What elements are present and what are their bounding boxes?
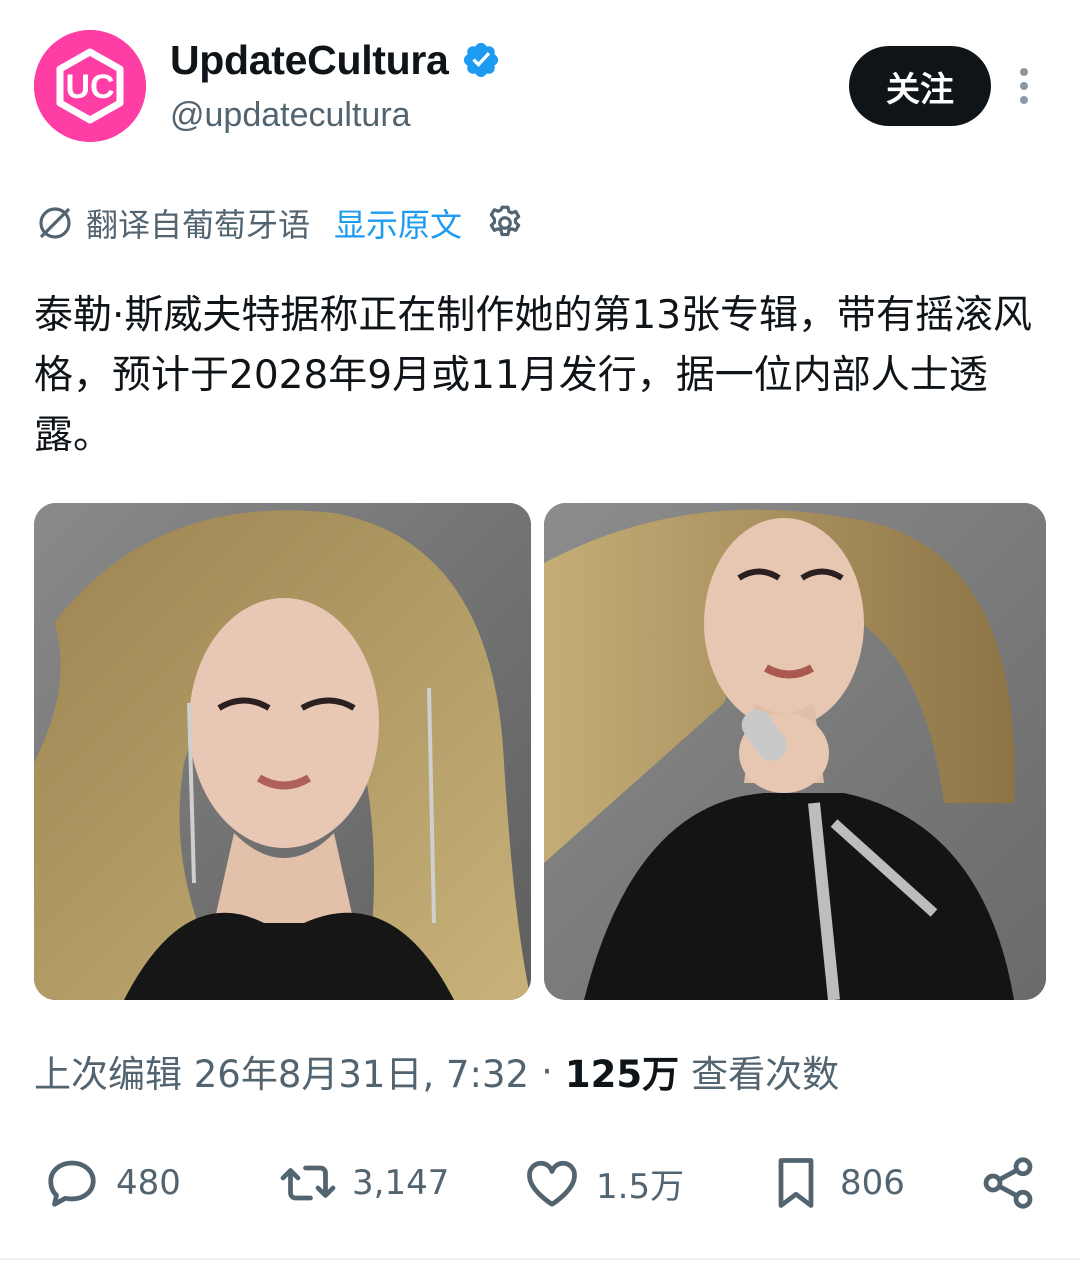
- tweet-photo-2[interactable]: [544, 503, 1046, 1000]
- avatar[interactable]: UC: [34, 30, 146, 142]
- reply-count: 480: [116, 1163, 181, 1203]
- like-button[interactable]: 1.5万: [522, 1148, 684, 1218]
- retweet-count: 3,147: [352, 1163, 450, 1203]
- share-icon: [983, 1157, 1033, 1209]
- translate-globe-icon: [39, 207, 71, 239]
- divider: [0, 1258, 1080, 1260]
- like-count: 1.5万: [596, 1166, 685, 1207]
- tweet-actions: 480 3,147 1.5万 806: [0, 1148, 1080, 1218]
- tweet-photo-1[interactable]: [34, 503, 531, 1000]
- display-name-text: UpdateCultura: [170, 36, 449, 83]
- show-original-link[interactable]: 显示原文: [334, 200, 462, 246]
- bookmark-count: 806: [840, 1163, 905, 1203]
- updatecultura-logo: UC: [34, 30, 146, 142]
- bookmark-button[interactable]: 806: [766, 1148, 905, 1218]
- user-handle[interactable]: @updatecultura: [170, 96, 411, 135]
- heart-icon: [527, 1160, 577, 1207]
- verified-badge-icon: [463, 42, 498, 78]
- meta-separator: ·: [541, 1049, 553, 1093]
- bookmark-icon: [778, 1158, 814, 1208]
- edited-timestamp[interactable]: 上次编辑 26年8月31日, 7:32: [34, 1044, 529, 1098]
- views-count: 125万: [564, 1053, 680, 1096]
- tweet-meta: 上次编辑 26年8月31日, 7:32 · 125万 查看次数: [34, 1040, 839, 1102]
- display-name[interactable]: UpdateCultura: [170, 34, 501, 86]
- more-options-icon[interactable]: [1010, 66, 1038, 106]
- reply-button[interactable]: 480: [42, 1148, 181, 1218]
- retweet-icon: [280, 1165, 336, 1201]
- portrait-photo-1: [34, 503, 531, 1000]
- reply-icon: [48, 1160, 96, 1207]
- avatar-logo-text: UC: [65, 68, 114, 106]
- views-label: 查看次数: [691, 1053, 840, 1096]
- share-button[interactable]: [978, 1148, 1038, 1218]
- gear-icon[interactable]: [484, 202, 526, 244]
- follow-button[interactable]: 关注: [849, 46, 991, 126]
- portrait-photo-2: [544, 503, 1046, 1000]
- translation-row: 翻译自葡萄牙语 显示原文: [34, 198, 526, 248]
- tweet-text: 泰勒·斯威夫特据称正在制作她的第13张专辑，带有摇滚风格，预计于2028年9月或…: [34, 293, 1033, 458]
- retweet-button[interactable]: 3,147: [278, 1148, 449, 1218]
- translated-from-label: 翻译自葡萄牙语: [86, 206, 311, 244]
